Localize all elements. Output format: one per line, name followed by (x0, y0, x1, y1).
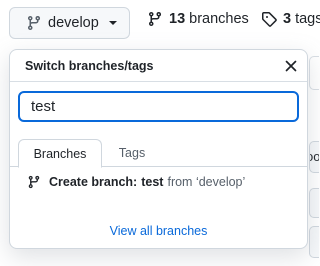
git-branch-icon (147, 11, 163, 27)
create-branch-name: test (141, 175, 164, 189)
branch-filter-input[interactable] (18, 91, 299, 122)
background-button-edge (309, 188, 319, 218)
tags-count-link[interactable]: 3 tags (261, 11, 320, 27)
tab-label: Branches (33, 146, 87, 161)
close-icon[interactable] (283, 58, 299, 74)
create-branch-item[interactable]: Create branch: test from ‘develop’ (10, 171, 307, 193)
dropdown-header: Switch branches/tags (10, 50, 307, 82)
branch-select-button[interactable]: develop (9, 7, 130, 39)
git-branch-icon (27, 175, 41, 189)
git-branch-icon (26, 15, 42, 31)
dropdown-title: Switch branches/tags (25, 59, 154, 73)
background-panel-edge (309, 56, 319, 90)
background-button-edge (309, 226, 319, 258)
divider (10, 81, 307, 82)
background-button-edge: oo (309, 141, 319, 173)
tab-label: Tags (118, 146, 146, 160)
tags-label: tags (295, 11, 320, 27)
branches-count-link[interactable]: 13 branches (147, 11, 249, 27)
branches-label: branches (189, 11, 249, 27)
dropdown-tabs: Branches Tags (10, 139, 307, 168)
branches-count: 13 (169, 11, 186, 27)
tab-tags[interactable]: Tags (106, 139, 158, 167)
create-branch-source: from ‘develop’ (167, 175, 246, 189)
chevron-down-icon (108, 21, 117, 25)
branch-switcher-dropdown: Switch branches/tags Branches Tags Creat… (9, 49, 308, 249)
tag-icon (261, 11, 277, 27)
current-branch-label: develop (48, 15, 99, 31)
view-all-branches-link[interactable]: View all branches (10, 224, 307, 238)
create-branch-prefix: Create branch: (49, 175, 138, 189)
background-partial-text: oo (310, 149, 319, 164)
tab-branches[interactable]: Branches (18, 139, 102, 168)
tags-count: 3 (283, 11, 292, 27)
